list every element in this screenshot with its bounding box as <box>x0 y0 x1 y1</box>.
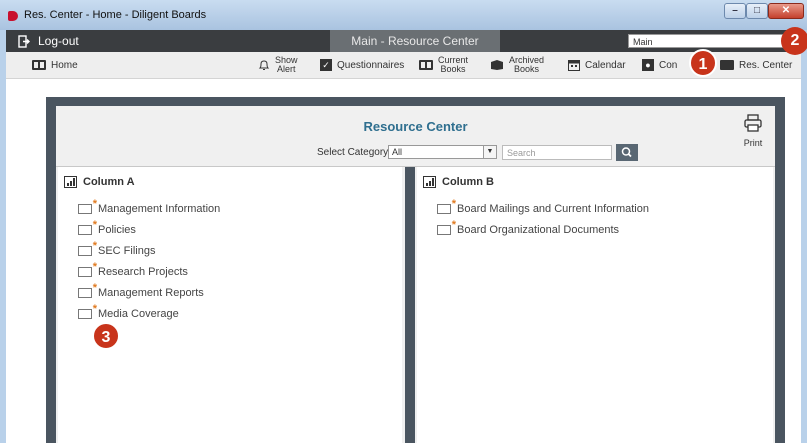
new-folder-icon <box>78 303 97 319</box>
new-folder-icon <box>78 261 97 277</box>
current-books-line2: Books <box>440 64 466 74</box>
resource-center-header: Resource Center Select Category All ▼ Se… <box>56 106 775 167</box>
list-item[interactable]: Board Organizational Documents <box>437 219 620 236</box>
bar-chart-icon <box>64 176 77 188</box>
new-folder-icon <box>78 282 97 298</box>
contacts-label: Con <box>659 59 678 71</box>
archived-books-button[interactable]: Archived Books <box>490 52 544 78</box>
search-input[interactable]: Search <box>502 145 612 160</box>
list-item[interactable]: SEC Filings <box>78 240 156 257</box>
bar-chart-icon <box>423 176 436 188</box>
list-item[interactable]: Management Reports <box>78 282 204 299</box>
res-center-label: Res. Center <box>739 59 793 71</box>
home-label: Home <box>51 59 78 71</box>
new-folder-icon <box>437 198 456 214</box>
folder-label: Policies <box>98 224 136 236</box>
bell-icon <box>258 60 270 70</box>
logout-button[interactable]: Log-out <box>18 34 79 48</box>
folder-label: Research Projects <box>98 266 188 278</box>
search-button[interactable] <box>616 144 638 161</box>
logout-icon <box>18 34 30 48</box>
new-folder-icon <box>437 219 456 235</box>
column-b-panel: Column B Board Mailings and Current Info… <box>417 167 773 443</box>
new-folder-icon <box>78 219 97 235</box>
window-title: Res. Center - Home - Diligent Boards <box>24 9 207 21</box>
calendar-button[interactable]: Calendar <box>568 52 626 78</box>
app-window: Res. Center - Home - Diligent Boards – □… <box>0 0 807 443</box>
tab-main-resource-center[interactable]: Main - Resource Center <box>330 30 500 52</box>
folder-label: Management Reports <box>98 287 204 299</box>
chevron-down-icon[interactable]: ▼ <box>483 145 497 159</box>
list-item[interactable]: Research Projects <box>78 261 188 278</box>
callout-1: 1 <box>689 49 717 77</box>
archive-icon <box>491 60 503 70</box>
show-alert-line2: Alert <box>277 64 296 74</box>
module-select[interactable]: Main <box>628 34 800 48</box>
folder-label: Management Information <box>98 203 221 215</box>
category-label: Select Category <box>317 147 389 158</box>
list-item[interactable]: Board Mailings and Current Information <box>437 198 649 215</box>
callout-3: 3 <box>92 322 120 350</box>
new-folder-icon <box>78 198 97 214</box>
close-button[interactable]: ✕ <box>768 3 804 19</box>
column-divider[interactable] <box>405 167 415 443</box>
print-label: Print <box>743 138 763 148</box>
main-toolbar: Home Show Alert ✓ Questionnaires Current B… <box>6 52 801 79</box>
resource-center-panel: Resource Center Select Category All ▼ Se… <box>56 106 775 443</box>
column-a-panel: Column A Management Information Policies… <box>58 167 402 443</box>
callout-2: 2 <box>781 27 807 55</box>
page-title: Resource Center <box>363 119 468 134</box>
calendar-label: Calendar <box>585 59 626 71</box>
questionnaires-button[interactable]: ✓ Questionnaires <box>320 52 404 78</box>
checklist-icon: ✓ <box>320 59 332 71</box>
folder-label: Board Mailings and Current Information <box>457 203 649 215</box>
folder-icon <box>720 60 734 70</box>
column-a-title: Column A <box>83 176 135 188</box>
home-button[interactable]: Home <box>32 52 78 78</box>
new-folder-icon <box>78 240 97 256</box>
book-icon <box>419 60 433 70</box>
app-logo-icon <box>8 11 18 21</box>
top-nav-bar: Log-out Main - Resource Center Main <box>6 30 801 52</box>
print-button[interactable]: Print <box>738 114 768 148</box>
list-item[interactable]: Media Coverage <box>78 303 179 320</box>
contacts-button[interactable]: ● Con <box>642 52 677 78</box>
folder-label: SEC Filings <box>98 245 156 257</box>
printer-icon <box>744 114 762 132</box>
list-item[interactable]: Policies <box>78 219 136 236</box>
contacts-icon: ● <box>642 59 654 71</box>
folder-label: Media Coverage <box>98 308 179 320</box>
book-icon <box>32 60 46 70</box>
category-select[interactable]: All <box>388 145 495 159</box>
archived-books-line2: Books <box>514 64 540 74</box>
questionnaires-label: Questionnaires <box>337 59 405 71</box>
minimize-button[interactable]: – <box>724 3 746 19</box>
column-b-title: Column B <box>442 176 494 188</box>
maximize-button[interactable]: □ <box>746 3 768 19</box>
column-a-header: Column A <box>64 176 135 188</box>
res-center-button[interactable]: Res. Center <box>720 52 792 78</box>
folder-label: Board Organizational Documents <box>457 224 620 236</box>
title-bar: Res. Center - Home - Diligent Boards – □… <box>0 0 807 30</box>
list-item[interactable]: Management Information <box>78 198 221 215</box>
column-b-header: Column B <box>423 176 494 188</box>
show-alert-button[interactable]: Show Alert <box>258 52 298 78</box>
logout-label: Log-out <box>38 34 79 48</box>
current-books-button[interactable]: Current Books <box>419 52 468 78</box>
search-icon <box>621 147 632 158</box>
calendar-icon <box>568 60 580 71</box>
